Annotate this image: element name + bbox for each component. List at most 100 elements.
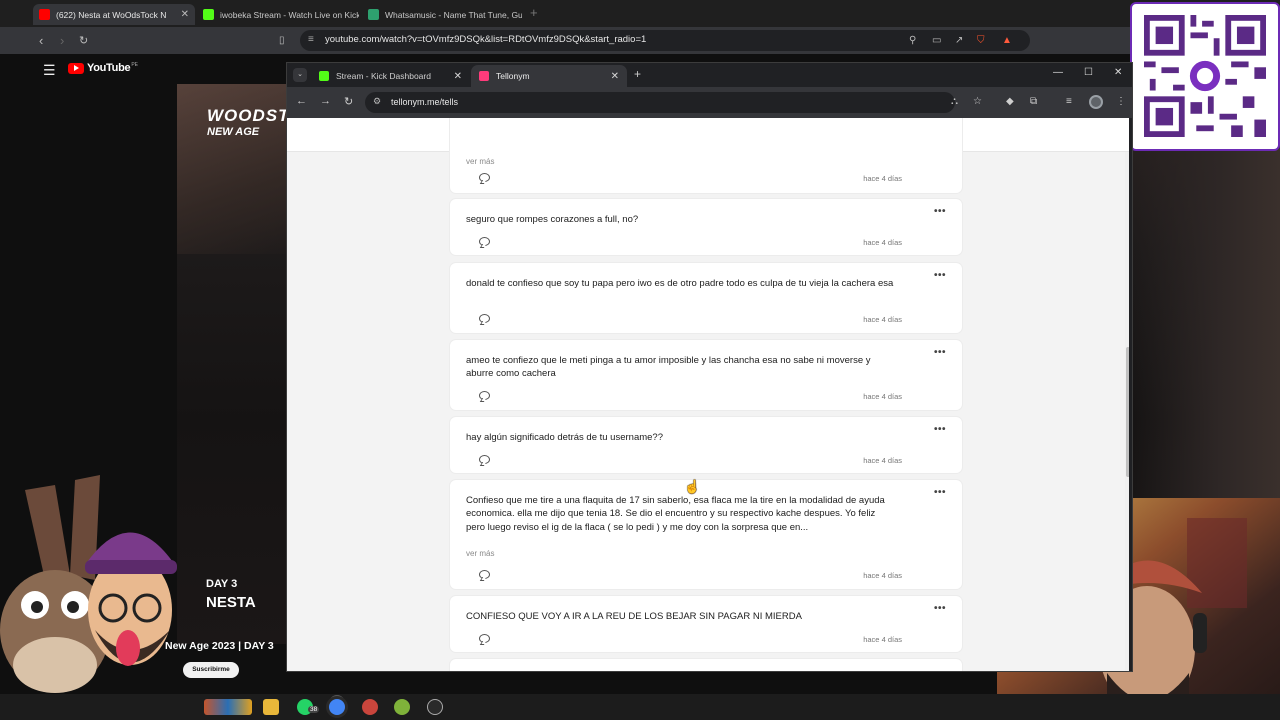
extension-diamond-icon[interactable]: ◆ [1006, 96, 1014, 107]
bg-tab-whatsamusic[interactable]: Whatsamusic - Name That Tune, Gu [362, 4, 522, 25]
tell-card: Confieso que me tire a una flaquita de 1… [450, 480, 962, 589]
reply-icon[interactable] [479, 173, 490, 182]
youtube-play-icon [68, 62, 84, 74]
video-title: New Age 2023 | DAY 3 [165, 640, 274, 652]
close-tab-icon[interactable]: ✕ [444, 71, 462, 82]
browser-toolbar: ← → ↻ ⚙ tellonym.me/tells ⛬ ☆ ◆ ⧉ ≡ ⋮ [287, 87, 1132, 118]
tab-search-icon[interactable]: ⌄ [293, 68, 307, 82]
close-window-icon[interactable]: ✕ [1114, 67, 1122, 78]
tell-time: hace 4 días [863, 174, 902, 183]
new-tab-icon[interactable]: + [634, 67, 641, 81]
more-options-icon[interactable]: ••• [934, 206, 946, 217]
close-icon[interactable]: ✕ [175, 9, 189, 20]
tell-text: hay algún significado detrás de tu usern… [466, 432, 663, 443]
subscribe-button[interactable]: Suscribirme [183, 662, 239, 678]
forward-icon[interactable]: → [320, 95, 331, 107]
reply-icon[interactable] [479, 237, 490, 246]
tell-time: hace 4 días [863, 456, 902, 465]
tell-time: hace 4 días [863, 315, 902, 324]
kick-favicon-icon [319, 71, 329, 81]
site-info-icon[interactable]: ≡ [308, 34, 314, 45]
extensions-icon[interactable]: ⧉ [1030, 96, 1037, 107]
tell-time: hace 4 días [863, 392, 902, 401]
more-options-icon[interactable]: ••• [934, 270, 946, 281]
tell-time: hace 4 días [863, 238, 902, 247]
obs-related-icon[interactable] [362, 699, 378, 715]
page-scrollbar[interactable] [1125, 152, 1129, 671]
background-address-bar[interactable]: ≡ youtube.com/watch?v=tOVmfz9DSQk&list=R… [300, 30, 1030, 51]
back-icon[interactable]: ← [296, 95, 307, 107]
tell-card [450, 659, 962, 671]
tell-time: hace 4 días [863, 635, 902, 644]
hamburger-menu-icon[interactable]: ☰ [43, 62, 56, 79]
profile-icon[interactable] [1089, 95, 1103, 109]
brave-rewards-icon[interactable]: ▲ [1002, 35, 1012, 46]
bg-tab-label: iwobeka Stream - Watch Live on Kick [220, 9, 359, 20]
back-icon[interactable]: ‹ [39, 33, 43, 48]
brave-shield-icon[interactable]: ⛉ [977, 35, 985, 46]
tell-card: seguro que rompes corazones a full, no? … [450, 199, 962, 255]
tell-text: ameo te confiezo que le meti pinga a tu … [466, 355, 871, 380]
reload-icon[interactable]: ↻ [344, 95, 353, 108]
more-options-icon[interactable]: ••• [934, 603, 946, 614]
scrollbar-thumb[interactable] [1126, 347, 1129, 477]
site-info-icon[interactable]: ⚙ [373, 96, 381, 107]
forward-icon[interactable]: › [60, 33, 64, 48]
youtube-logo[interactable]: YouTube PE [68, 62, 138, 74]
reply-icon[interactable] [479, 570, 490, 579]
media-controls-icon[interactable]: ≡ [1066, 96, 1072, 107]
share-icon[interactable]: ↗ [955, 35, 963, 46]
more-menu-icon[interactable]: ⋮ [1116, 96, 1126, 107]
reply-icon[interactable] [479, 314, 490, 323]
desktop: (622) Nesta at WoOdsTock N ✕ iwobeka Str… [0, 0, 1280, 720]
youtube-logo-text: YouTube [87, 62, 131, 74]
video-overlay-subtitle: NEW AGE [207, 126, 260, 138]
more-options-icon[interactable]: ••• [934, 424, 946, 435]
app-icon[interactable] [394, 699, 410, 715]
tell-card: ver más hace 4 días [450, 118, 962, 193]
kick-favicon-icon [203, 9, 214, 20]
more-options-icon[interactable]: ••• [934, 487, 946, 498]
tell-text: Confieso que me tire a una flaquita de 1… [466, 495, 885, 533]
bookmark-icon[interactable]: ▯ [279, 35, 285, 46]
tellonym-favicon-icon [479, 71, 489, 81]
zoom-icon[interactable]: ⚲ [909, 35, 916, 46]
background-tab-strip: (622) Nesta at WoOdsTock N ✕ iwobeka Str… [0, 0, 1280, 27]
reply-icon[interactable] [479, 634, 490, 643]
minimize-icon[interactable]: — [1053, 67, 1063, 78]
url-text: tellonym.me/tells [391, 97, 459, 107]
background-url-text: youtube.com/watch?v=tOVmfz9DSQk&list=RDt… [325, 34, 647, 45]
cast-icon[interactable]: ▭ [932, 35, 941, 46]
donkey-mascot-overlay [0, 475, 177, 693]
maximize-icon[interactable]: ☐ [1084, 67, 1093, 78]
obs-icon[interactable] [427, 699, 443, 715]
more-options-icon[interactable]: ••• [934, 347, 946, 358]
bookmark-star-icon[interactable]: ☆ [973, 96, 982, 107]
reload-icon[interactable]: ↻ [79, 34, 88, 47]
tell-card: ameo te confiezo que le meti pinga a tu … [450, 340, 962, 410]
tab-kick-dashboard[interactable]: Stream - Kick Dashboard ✕ [311, 65, 470, 87]
ver-mas-link[interactable]: ver más [466, 157, 494, 166]
new-tab-icon[interactable]: + [530, 5, 538, 20]
chrome-icon[interactable] [329, 699, 345, 715]
tell-time: hace 4 días [863, 571, 902, 580]
bg-tab-kick[interactable]: iwobeka Stream - Watch Live on Kick [197, 4, 359, 25]
tell-card: CONFIESO QUE VOY A IR A LA REU DE LOS BE… [450, 596, 962, 652]
video-artist-name: NESTA [206, 594, 256, 611]
close-tab-icon[interactable]: ✕ [601, 71, 619, 82]
bg-tab-label: (622) Nesta at WoOdsTock N [56, 9, 167, 20]
reply-icon[interactable] [479, 391, 490, 400]
taskbar-widget-icon[interactable] [204, 699, 252, 715]
yape-qr-code [1130, 2, 1280, 151]
youtube-favicon-icon [39, 9, 50, 20]
hand-cursor-icon: ☝ [684, 479, 701, 494]
address-bar[interactable]: ⚙ tellonym.me/tells [365, 92, 955, 113]
reply-icon[interactable] [479, 455, 490, 464]
tab-tellonym[interactable]: Tellonym ✕ [471, 65, 627, 87]
ver-mas-link[interactable]: ver más [466, 549, 494, 558]
file-explorer-icon[interactable] [263, 699, 279, 715]
translate-icon[interactable]: ⛬ [951, 96, 958, 107]
background-toolbar: ‹ › ↻ ▯ ≡ youtube.com/watch?v=tOVmfz9DSQ… [0, 27, 1280, 54]
bg-tab-youtube[interactable]: (622) Nesta at WoOdsTock N ✕ [33, 4, 195, 25]
whatsamusic-favicon-icon [368, 9, 379, 20]
